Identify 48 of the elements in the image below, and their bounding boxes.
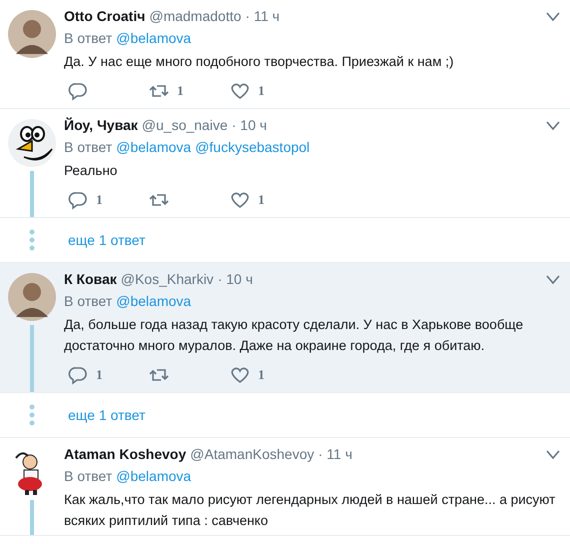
timestamp[interactable]: · 11 ч xyxy=(318,444,352,464)
reply-to-label: В ответ xyxy=(64,292,112,311)
reply-icon xyxy=(68,190,88,210)
heart-icon xyxy=(230,365,250,385)
chevron-down-icon[interactable] xyxy=(546,121,560,131)
avatar[interactable] xyxy=(8,10,56,58)
tweet-text: Как жаль,что так мало рисуют легендарных людей в нашей стране... а рисуют всяких риптилий типа : савченко xyxy=(64,491,556,530)
avatar[interactable] xyxy=(8,273,56,321)
chevron-down-icon[interactable] xyxy=(546,450,560,460)
chevron-down-icon[interactable] xyxy=(546,275,560,285)
mention-link[interactable]: @belamova xyxy=(116,291,192,312)
avatar[interactable] xyxy=(8,119,56,167)
reply-button[interactable]: 1 xyxy=(64,190,145,210)
reply-icon xyxy=(68,365,88,385)
tweet-text: Реально xyxy=(64,162,118,180)
timestamp[interactable]: · 10 ч xyxy=(232,115,267,135)
reply-to-label: В ответ xyxy=(64,138,112,157)
tweet-text: Да. У нас еще много подобного творчества. Приезжай к нам ;) xyxy=(64,53,455,71)
reply-icon xyxy=(68,81,88,101)
heart-icon xyxy=(230,190,250,210)
like-button[interactable]: 1 xyxy=(226,190,307,210)
user-handle[interactable]: @AtamanKoshevoy xyxy=(190,444,314,464)
user-name[interactable]: Otto Croatiч xyxy=(64,6,146,26)
user-name[interactable]: К Ковак xyxy=(64,269,117,289)
show-more-replies-link[interactable]: еще 1 ответ xyxy=(64,230,146,250)
user-name[interactable]: Йоу, Чувак xyxy=(64,115,138,135)
like-button[interactable]: 1 xyxy=(226,81,307,101)
thread-dots-icon xyxy=(29,229,35,251)
timestamp[interactable]: · 10 ч xyxy=(218,269,253,289)
user-handle[interactable]: @madmadotto xyxy=(149,6,242,26)
timestamp[interactable]: · 11 ч xyxy=(245,6,280,26)
heart-icon xyxy=(230,81,250,101)
user-handle[interactable]: @Kos_Kharkiv xyxy=(120,269,214,289)
reply-button[interactable]: 1 xyxy=(64,365,145,385)
like-button[interactable]: 1 xyxy=(226,365,307,385)
thread-dots-icon xyxy=(29,404,35,426)
chevron-down-icon[interactable] xyxy=(546,12,560,22)
mention-link[interactable]: @fuckysebastopol xyxy=(195,137,310,158)
tweet-text: Да, больше года назад такую красоту сделали. У нас в Харькове вообще достаточно много муралов. Даже на окраине города, где я обитаю. xyxy=(64,316,524,355)
user-name[interactable]: Ataman Koshevoy xyxy=(64,444,186,464)
mention-link[interactable]: @belamova xyxy=(116,137,192,158)
reply-to-label: В ответ xyxy=(64,467,112,486)
mention-link[interactable]: @belamova xyxy=(116,466,192,487)
show-more-replies-link[interactable]: еще 1 ответ xyxy=(64,404,146,426)
retweet-button[interactable]: 1 xyxy=(145,81,226,101)
mention-link[interactable]: @belamova xyxy=(116,28,192,49)
reply-to-label: В ответ xyxy=(64,29,112,48)
user-handle[interactable]: @u_so_naive xyxy=(142,115,228,135)
